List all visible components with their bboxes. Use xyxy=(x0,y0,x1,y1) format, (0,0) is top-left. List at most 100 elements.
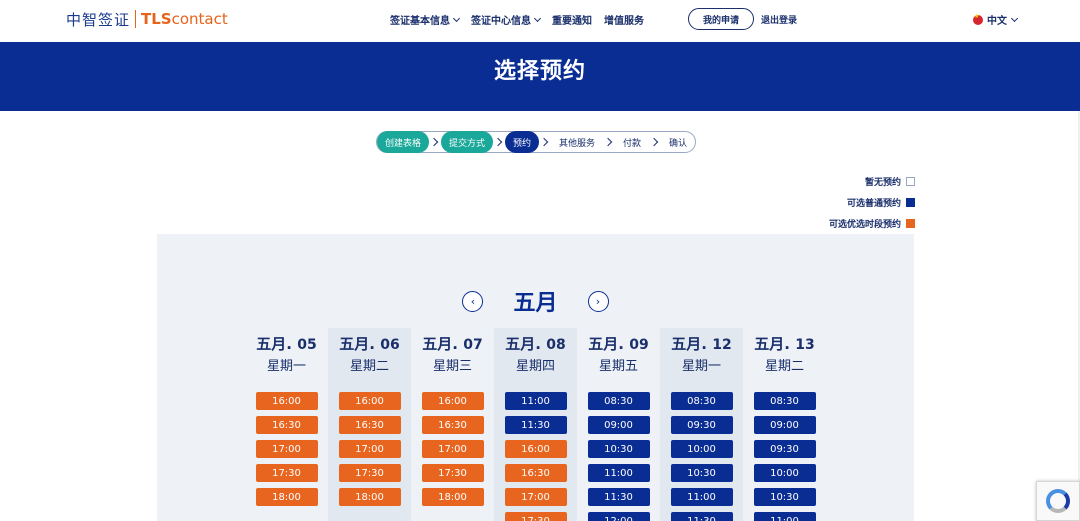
legend-label: 可选普通预约 xyxy=(846,199,901,209)
time-slot-button[interactable]: 09:30 xyxy=(753,440,816,458)
nav-item-label: 增值服务 xyxy=(604,16,644,27)
day-date: 五月. 06 xyxy=(339,333,399,354)
time-slot-button[interactable]: 10:00 xyxy=(670,440,733,458)
time-slot-button[interactable]: 16:00 xyxy=(338,392,401,410)
day-month: 五月 xyxy=(671,335,702,353)
day-month: 五月 xyxy=(588,335,619,353)
time-slot-button[interactable]: 17:00 xyxy=(421,440,484,458)
chevron-down-icon xyxy=(452,14,461,22)
day-month: 五月 xyxy=(754,335,785,353)
step-create-form[interactable]: 创建表格 xyxy=(377,131,430,153)
time-slot-button[interactable]: 12:00 xyxy=(587,512,650,521)
legend-label: 可选优选时段预约 xyxy=(828,220,901,230)
day-number: 08 xyxy=(546,337,566,353)
step-confirm: 确认 xyxy=(669,138,688,149)
time-slot-button[interactable]: 17:30 xyxy=(255,464,318,482)
time-slot-button[interactable]: 16:30 xyxy=(421,416,484,434)
time-slot-button[interactable]: 08:30 xyxy=(587,392,650,410)
step-appointment[interactable]: 预约 xyxy=(505,131,540,153)
main-nav: 签证基本信息 签证中心信息 重要通知 增值服务 xyxy=(390,12,656,27)
logo-divider xyxy=(135,10,137,28)
next-month-button[interactable]: › xyxy=(587,290,609,312)
chevron-right-icon xyxy=(429,137,439,147)
time-slot-button[interactable]: 16:30 xyxy=(504,464,567,482)
step-other-services: 其他服务 xyxy=(559,138,596,149)
nav-item-notices[interactable]: 重要通知 xyxy=(552,12,592,27)
time-slot-button[interactable]: 11:30 xyxy=(670,512,733,521)
progress-steps: 创建表格 提交方式 预约 其他服务 付款 确认 xyxy=(376,131,696,153)
time-slot-button[interactable]: 16:00 xyxy=(504,440,567,458)
time-slot-button[interactable]: 09:00 xyxy=(587,416,650,434)
time-slot-button[interactable]: 08:30 xyxy=(670,392,733,410)
nav-item-center-info[interactable]: 签证中心信息 xyxy=(471,12,542,27)
chevron-right-icon xyxy=(539,137,549,147)
time-slot-button[interactable]: 17:30 xyxy=(338,464,401,482)
time-slot-button[interactable]: 16:30 xyxy=(338,416,401,434)
day-date: 五月. 13 xyxy=(754,333,814,354)
time-slot-button[interactable]: 16:00 xyxy=(255,392,318,410)
recaptcha-badge[interactable] xyxy=(1036,481,1080,521)
time-slot-list: 08:30 09:30 10:00 10:30 11:00 11:30 xyxy=(670,392,733,521)
time-slot-button[interactable]: 11:00 xyxy=(670,488,733,506)
nav-item-value-added[interactable]: 增值服务 xyxy=(604,12,644,27)
my-application-button[interactable]: 我的申请 xyxy=(688,8,754,30)
time-slot-button[interactable]: 17:30 xyxy=(421,464,484,482)
time-slot-button[interactable]: 10:30 xyxy=(670,464,733,482)
time-slot-button[interactable]: 18:00 xyxy=(338,488,401,506)
day-date: 五月. 07 xyxy=(422,333,482,354)
time-slot-button[interactable]: 11:00 xyxy=(587,464,650,482)
time-slot-button[interactable]: 09:00 xyxy=(753,416,816,434)
time-slot-button[interactable]: 10:30 xyxy=(587,440,650,458)
time-slot-button[interactable]: 08:30 xyxy=(753,392,816,410)
day-number: 07 xyxy=(463,337,483,353)
logout-link[interactable]: 退出登录 xyxy=(761,13,797,26)
nav-item-label: 重要通知 xyxy=(552,16,592,27)
day-month: 五月 xyxy=(256,335,287,353)
nav-item-label: 签证基本信息 xyxy=(390,16,450,27)
legend-swatch-prime xyxy=(906,219,915,228)
time-slot-button[interactable]: 18:00 xyxy=(255,488,318,506)
date-separator: . xyxy=(535,335,547,353)
time-slot-list: 08:30 09:00 09:30 10:00 10:30 11:00 xyxy=(753,392,816,521)
time-slot-button[interactable]: 17:00 xyxy=(338,440,401,458)
time-slot-button[interactable]: 11:30 xyxy=(587,488,650,506)
day-number: 13 xyxy=(795,337,815,353)
day-weekday: 星期四 xyxy=(515,359,555,374)
chevron-right-icon xyxy=(603,137,613,147)
time-slot-button[interactable]: 16:30 xyxy=(255,416,318,434)
time-slot-button[interactable]: 17:00 xyxy=(504,488,567,506)
time-slot-button[interactable]: 09:30 xyxy=(670,416,733,434)
legend-label: 暂无预约 xyxy=(864,178,901,188)
chevron-right-icon: › xyxy=(595,294,601,308)
language-selector[interactable]: 中文 xyxy=(973,12,1019,27)
day-month: 五月 xyxy=(339,335,370,353)
day-weekday: 星期一 xyxy=(266,359,306,374)
tls-logo[interactable]: 中智签证 TLS contact xyxy=(66,9,228,29)
time-slot-button[interactable]: 16:00 xyxy=(421,392,484,410)
time-slot-button[interactable]: 17:30 xyxy=(504,512,567,521)
time-slot-button[interactable]: 11:30 xyxy=(504,416,567,434)
date-separator: . xyxy=(784,335,796,353)
time-slot-button[interactable]: 10:00 xyxy=(753,464,816,482)
chevron-down-icon xyxy=(533,14,542,22)
prev-month-button[interactable]: ‹ xyxy=(462,290,484,312)
chevron-right-icon xyxy=(649,137,659,147)
time-slot-button[interactable]: 17:00 xyxy=(255,440,318,458)
time-slot-button[interactable]: 11:00 xyxy=(504,392,567,410)
language-label: 中文 xyxy=(987,16,1007,27)
time-slot-button[interactable]: 18:00 xyxy=(421,488,484,506)
time-slot-list: 16:00 16:30 17:00 17:30 18:00 xyxy=(338,392,401,512)
step-submission-method[interactable]: 提交方式 xyxy=(441,131,494,153)
date-separator: . xyxy=(618,335,630,353)
day-column: 五月. 12 星期一 08:30 09:30 10:00 10:30 11:00 11:30 xyxy=(660,328,743,521)
legend-row-prime: 可选优选时段预约 xyxy=(829,213,915,234)
day-month: 五月 xyxy=(422,335,453,353)
time-slot-button[interactable]: 11:00 xyxy=(753,512,816,521)
time-slot-button[interactable]: 10:30 xyxy=(753,488,816,506)
top-header: 中智签证 TLS contact 签证基本信息 签证中心信息 重要通知 增值服务… xyxy=(0,0,1080,42)
day-column: 五月. 07 星期三 16:00 16:30 17:00 17:30 18:00 xyxy=(411,328,494,521)
day-column: 五月. 09 星期五 08:30 09:00 10:30 11:00 11:30 12:00 xyxy=(577,328,660,521)
nav-item-visa-info[interactable]: 签证基本信息 xyxy=(390,12,461,27)
chevron-right-icon xyxy=(493,137,503,147)
recaptcha-icon xyxy=(1046,489,1070,513)
